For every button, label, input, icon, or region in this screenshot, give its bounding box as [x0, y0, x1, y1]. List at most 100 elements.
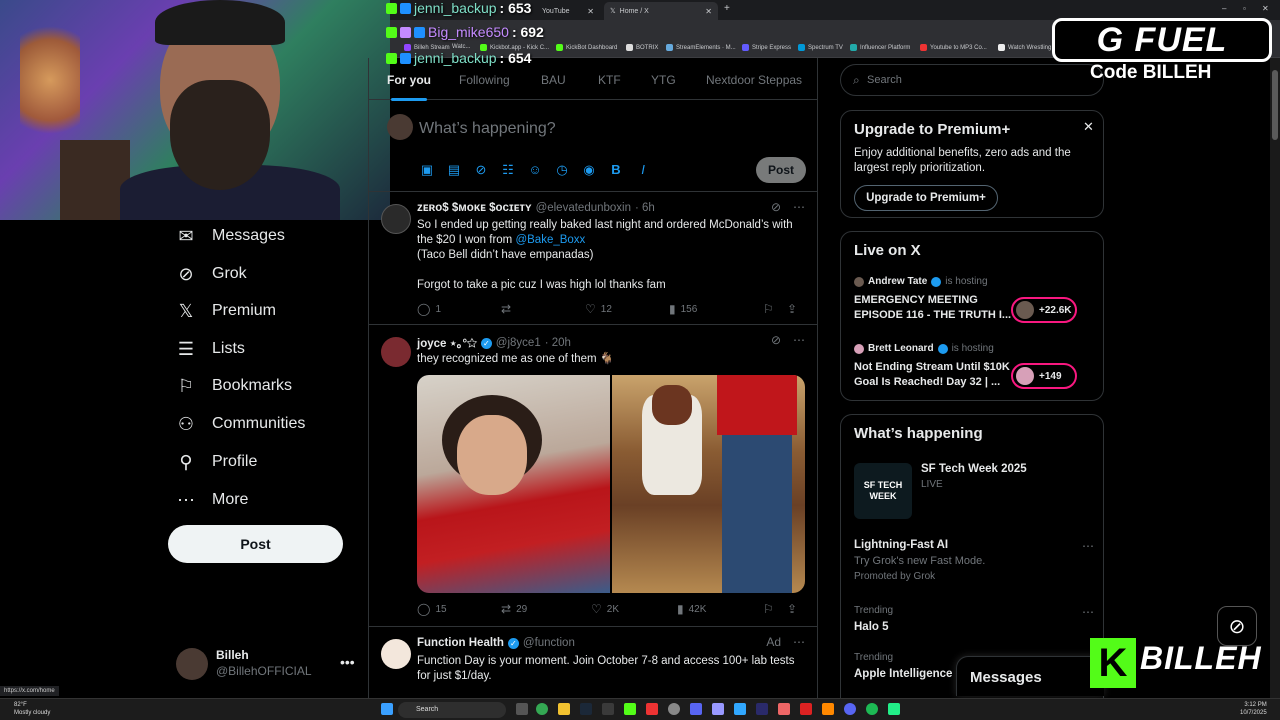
more-icon[interactable]: ⋯ [1082, 539, 1094, 553]
media-photo[interactable] [612, 375, 805, 593]
repost-button[interactable]: ⇄ 29 [501, 602, 591, 616]
like-button[interactable]: ♡ 2K [591, 602, 677, 616]
premiere-icon[interactable] [756, 703, 768, 715]
grok-icon[interactable]: ⊘ [473, 162, 489, 178]
steam-icon[interactable] [580, 703, 592, 715]
location-icon[interactable]: ◉ [581, 162, 597, 178]
mention-link[interactable]: @Bake_Boxx [515, 234, 585, 246]
task-view-icon[interactable] [516, 703, 528, 715]
more-icon[interactable]: ⋯ [1082, 605, 1094, 619]
app-icon[interactable] [888, 703, 900, 715]
post-button[interactable]: Post [168, 525, 343, 563]
tab-ytg[interactable]: YTG [651, 73, 676, 87]
gif-icon[interactable]: ▤ [446, 162, 462, 178]
maximize-icon[interactable]: ▫ [1243, 4, 1246, 13]
app-icon[interactable] [602, 703, 614, 715]
views-button[interactable]: ▮ 42K [677, 602, 763, 616]
close-window-icon[interactable]: ✕ [1262, 4, 1269, 13]
tweet-author-handle[interactable]: @elevatedunboxin [536, 202, 631, 214]
sidebar-item-lists[interactable]: ☰ Lists [176, 335, 245, 363]
tweet-author-name[interactable]: joyce ⋆｡°✩ [417, 335, 477, 351]
app-icon[interactable] [822, 703, 834, 715]
live-listeners-pill[interactable]: +149 [1011, 363, 1077, 389]
tweet-author-name[interactable]: ᴢᴇʀᴏ$ $ᴍᴏᴋᴇ $ᴏᴄɪᴇᴛʏ [417, 202, 532, 214]
italic-icon[interactable]: I [635, 162, 651, 178]
sidebar-item-grok[interactable]: ⊘ Grok [176, 260, 246, 288]
tab-home-x[interactable]: 𝕏 Home / X ✕ [604, 2, 718, 20]
bold-icon[interactable]: B [608, 162, 624, 178]
sidebar-item-messages[interactable]: ✉ Messages [176, 222, 284, 250]
grok-icon[interactable]: ⊘ [771, 200, 781, 214]
share-button[interactable]: ⇪ [787, 602, 797, 616]
weather-widget[interactable]: 82°F Mostly cloudy [14, 701, 50, 717]
sidebar-item-bookmarks[interactable]: ⚐ Bookmarks [176, 372, 292, 400]
promoted-item[interactable]: Lightning-Fast AI Try Grok's new Fast Mo… [854, 539, 1094, 582]
tweet-time[interactable]: · 6h [635, 202, 655, 214]
media-photo[interactable] [417, 375, 610, 593]
bookmark-item[interactable]: StreamElements · M... [666, 44, 736, 51]
views-button[interactable]: ▮ 156 [669, 302, 763, 316]
minimize-icon[interactable]: – [1222, 4, 1226, 13]
image-icon[interactable]: ▣ [419, 162, 435, 178]
close-icon[interactable]: ✕ [587, 7, 594, 16]
tweet[interactable]: joyce ⋆｡°✩ ✓ @j8yce1 · 20h ⊘ ⋯ they reco… [369, 325, 817, 627]
bookmark-item[interactable]: Influencer Platform [850, 44, 910, 51]
event-thumbnail[interactable]: SF TECH WEEK [854, 463, 912, 519]
bookmark-button[interactable]: ⚐ [763, 302, 787, 316]
bookmark-item[interactable]: Stripe Express [742, 44, 791, 51]
avatar[interactable] [381, 639, 411, 669]
schedule-icon[interactable]: ◷ [554, 162, 570, 178]
bookmark-item[interactable]: Youtube to MP3 Co... [920, 44, 987, 51]
emoji-icon[interactable]: ☺ [527, 162, 543, 178]
reply-button[interactable]: ◯ 15 [417, 602, 501, 616]
tab-ktf[interactable]: KTF [598, 73, 621, 87]
grok-icon[interactable]: ⊘ [771, 333, 781, 347]
windows-start-icon[interactable] [381, 703, 393, 715]
bookmark-item[interactable]: Watch Wrestling [998, 44, 1051, 51]
tweet-author-name[interactable]: Function Health [417, 637, 504, 649]
reply-button[interactable]: ◯ 1 [417, 302, 501, 316]
messages-drawer[interactable]: Messages [956, 656, 1104, 696]
clock[interactable]: 3:12 PM 10/7/2025 [1240, 701, 1267, 717]
app-icon[interactable] [800, 703, 812, 715]
sidebar-item-more[interactable]: ⋯ More [176, 486, 248, 514]
share-button[interactable]: ⇪ [787, 302, 797, 316]
like-button[interactable]: ♡ 12 [585, 302, 669, 316]
tweet[interactable]: ᴢᴇʀᴏ$ $ᴍᴏᴋᴇ $ᴏᴄɪᴇᴛʏ @elevatedunboxin · 6… [369, 192, 817, 325]
sidebar-item-premium[interactable]: 𝕏 Premium [176, 297, 276, 325]
close-icon[interactable]: ✕ [705, 7, 712, 16]
avatar[interactable] [381, 204, 411, 234]
new-tab-button[interactable]: + [724, 3, 730, 14]
discord-icon[interactable] [844, 703, 856, 715]
bookmark-item[interactable]: BOTRIX [626, 44, 658, 51]
upgrade-premium-button[interactable]: Upgrade to Premium+ [854, 185, 998, 211]
trend-item[interactable]: Trending Halo 5 ⋯ [854, 605, 1094, 633]
bookmark-item[interactable]: Spectrum TV [798, 44, 843, 51]
tab-bau[interactable]: BAU [541, 73, 566, 87]
composer-post-button[interactable]: Post [756, 157, 806, 183]
avatar[interactable] [381, 337, 411, 367]
app-icon[interactable] [690, 703, 702, 715]
taskbar-search[interactable]: Search [398, 702, 506, 718]
more-icon[interactable]: ⋯ [793, 635, 805, 649]
sidebar-item-profile[interactable]: ⚲ Profile [176, 448, 257, 476]
tab-youtube[interactable]: YouTube ✕ [536, 2, 600, 20]
file-explorer-icon[interactable] [558, 703, 570, 715]
obs-icon[interactable] [668, 703, 680, 715]
bookmark-button[interactable]: ⚐ [763, 602, 787, 616]
scrollbar-thumb[interactable] [1272, 70, 1278, 140]
tweet-author-handle[interactable]: @j8yce1 [496, 337, 541, 349]
photoshop-icon[interactable] [734, 703, 746, 715]
bookmark-item[interactable]: KickBot Dashboard [556, 44, 617, 51]
live-listeners-pill[interactable]: +22.6K [1011, 297, 1077, 323]
tab-following[interactable]: Following [459, 73, 510, 87]
tweet-time[interactable]: · 20h [545, 337, 571, 349]
repost-button[interactable]: ⇄ [501, 302, 585, 316]
more-icon[interactable]: ••• [340, 654, 355, 670]
more-icon[interactable]: ⋯ [793, 200, 805, 214]
app-icon[interactable] [778, 703, 790, 715]
spotify-icon[interactable] [866, 703, 878, 715]
more-icon[interactable]: ⋯ [793, 333, 805, 347]
tab-for-you[interactable]: For you [387, 73, 431, 101]
scrollbar[interactable] [1270, 58, 1280, 698]
